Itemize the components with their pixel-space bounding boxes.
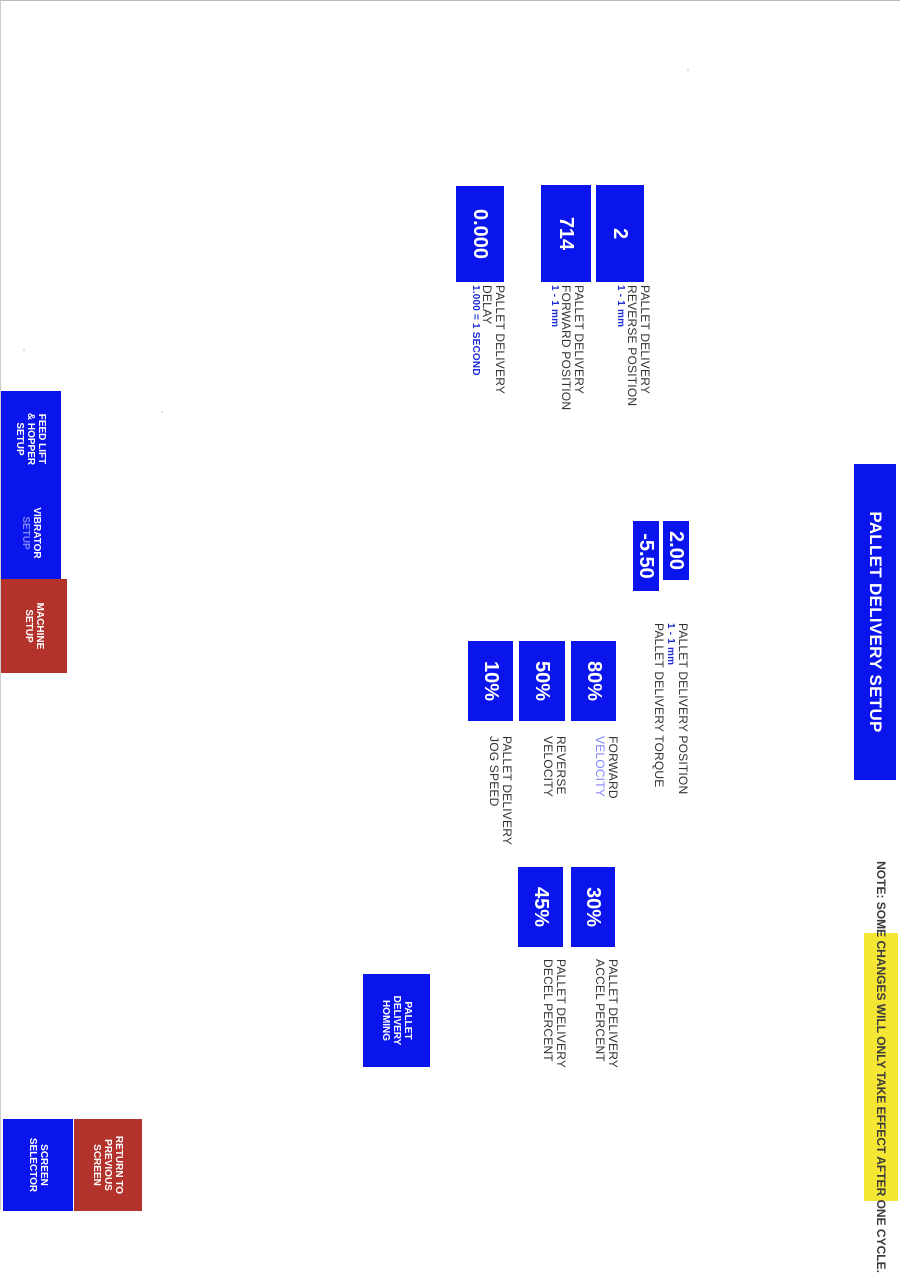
- forward-velocity-input[interactable]: 80%: [571, 641, 616, 721]
- delivery-torque-input[interactable]: -5.50: [633, 521, 659, 591]
- feed-lift-hopper-setup-button[interactable]: FEED LIFT & HOPPER SETUP: [1, 391, 61, 487]
- forward-position-input[interactable]: 714: [541, 185, 591, 282]
- reverse-position-label: PALLET DELIVERY REVERSE POSITION 1 - 1 m…: [615, 285, 652, 407]
- position-torque-label: PALLET DELIVERY POSITION 1 - 1 mm PALLET…: [652, 623, 691, 795]
- accel-percent-input[interactable]: 30%: [571, 867, 615, 947]
- speck: [687, 69, 689, 71]
- forward-velocity-label: FORWARD VELOCITY: [593, 736, 621, 799]
- jog-speed-label: PALLET DELIVERY JOG SPEED: [487, 736, 515, 846]
- screen-selector-button[interactable]: SCREEN SELECTOR: [3, 1119, 73, 1211]
- delivery-position-input[interactable]: 2.00: [663, 521, 689, 580]
- vibrator-setup-button[interactable]: VIBRATOR SETUP: [1, 486, 61, 580]
- accel-percent-label: PALLET DELIVERY ACCEL PERCENT: [593, 959, 621, 1069]
- forward-position-label: PALLET DELIVERY FORWARD POSITION 1 - 1 m…: [549, 285, 586, 411]
- cycle-note: NOTE: SOME CHANGES WILL ONLY TAKE EFFECT…: [864, 861, 898, 1273]
- decel-percent-input[interactable]: 45%: [518, 867, 563, 947]
- jog-speed-input[interactable]: 10%: [468, 641, 513, 721]
- reverse-velocity-input[interactable]: 50%: [519, 641, 565, 721]
- reverse-velocity-label: REVERSE VELOCITY: [541, 736, 569, 797]
- page-title: PALLET DELIVERY SETUP: [854, 464, 896, 780]
- delay-label: PALLET DELIVERY DELAY 1.000 = 1 SECOND: [470, 285, 507, 395]
- decel-percent-label: PALLET DELIVERY DECEL PERCENT: [541, 959, 569, 1069]
- reverse-position-input[interactable]: 2: [596, 185, 644, 282]
- return-to-previous-screen-button[interactable]: RETURN TO PREVIOUS SCREEN: [74, 1119, 142, 1211]
- machine-setup-button[interactable]: MACHINE SETUP: [1, 579, 67, 673]
- pallet-delivery-homing-button[interactable]: PALLET DELIVERY HOMING: [363, 974, 430, 1067]
- hmi-screen: PALLET DELIVERY SETUP NOTE: SOME CHANGES…: [0, 0, 900, 1273]
- delay-input[interactable]: 0.000: [456, 186, 504, 282]
- speck: [23, 349, 25, 351]
- speck: [161, 411, 163, 413]
